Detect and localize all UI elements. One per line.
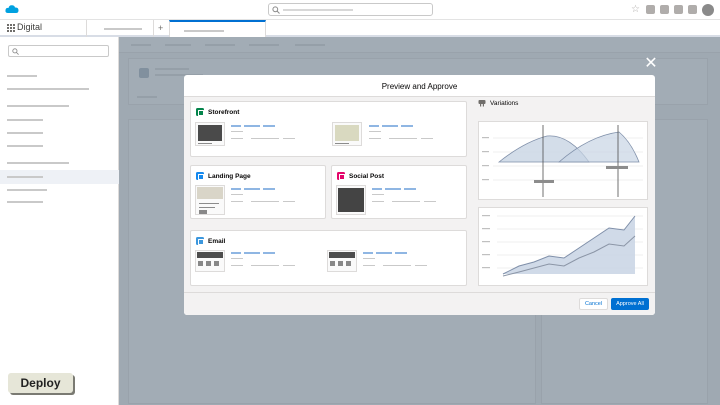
variations-header: Variations	[478, 99, 518, 107]
close-icon[interactable]: ✕	[644, 56, 658, 72]
trend-chart-svg	[482, 215, 643, 277]
add-icon[interactable]	[646, 5, 655, 14]
app-launcher-icon[interactable]	[7, 24, 15, 32]
email-icon	[196, 237, 204, 245]
setup-gear-icon[interactable]	[674, 5, 683, 14]
range-box-b	[606, 166, 628, 169]
notifications-bell-icon[interactable]	[688, 5, 697, 14]
social-post-card[interactable]: Social Post	[331, 165, 467, 219]
search-icon	[12, 48, 19, 55]
variations-title: Variations	[490, 99, 519, 107]
variations-icon	[478, 100, 486, 107]
storefront-title: Storefront	[208, 108, 240, 116]
sidebar-item[interactable]	[0, 113, 119, 127]
sidebar-item[interactable]	[0, 99, 119, 113]
range-box-a	[534, 180, 554, 183]
modal-footer: Cancel Approve All	[184, 292, 655, 315]
user-avatar[interactable]	[702, 3, 714, 16]
landing-page-icon	[196, 172, 204, 180]
variations-trend-chart[interactable]	[478, 207, 648, 286]
landing-page-title: Landing Page	[208, 172, 251, 180]
global-search-input[interactable]	[268, 3, 433, 16]
social-post-thumbnail[interactable]	[336, 185, 366, 215]
sidebar-item-selected[interactable]	[0, 170, 119, 184]
variations-distribution-chart[interactable]	[478, 121, 648, 200]
sidebar-item[interactable]	[0, 82, 119, 96]
social-post-icon	[337, 172, 345, 180]
cancel-button[interactable]: Cancel	[579, 298, 608, 310]
help-icon[interactable]	[660, 5, 669, 14]
sidebar-item[interactable]	[0, 69, 119, 83]
email-title: Email	[208, 237, 226, 245]
deploy-step-label: Deploy	[8, 373, 73, 393]
approve-all-button[interactable]: Approve All	[611, 298, 649, 310]
sidebar-search-input[interactable]	[8, 45, 109, 57]
app-nav-bar: Digital +	[0, 20, 720, 37]
landing-page-thumbnail[interactable]	[195, 185, 225, 215]
email-thumbnail-2[interactable]	[327, 250, 357, 272]
storefront-thumbnail-1[interactable]	[195, 122, 225, 146]
favorites-icon[interactable]: ☆	[631, 4, 641, 15]
sidebar-item[interactable]	[0, 195, 119, 209]
landing-page-card[interactable]: Landing Page	[190, 165, 326, 219]
sidebar-item[interactable]	[0, 139, 119, 153]
sidebar-item[interactable]	[0, 156, 119, 170]
global-header: ☆	[0, 0, 720, 20]
social-post-title: Social Post	[349, 172, 385, 180]
storefront-thumbnail-2[interactable]	[332, 122, 362, 146]
email-card[interactable]: Email	[190, 230, 467, 286]
search-icon	[272, 6, 280, 14]
app-name: Digital	[17, 22, 43, 32]
email-thumbnail-1[interactable]	[195, 250, 225, 272]
modal-title: Preview and Approve	[184, 75, 655, 97]
storefront-icon	[196, 108, 204, 116]
storefront-card[interactable]: Storefront	[190, 101, 467, 157]
left-sidebar	[0, 37, 119, 405]
salesforce-cloud-icon[interactable]	[5, 4, 19, 14]
distribution-chart-svg	[482, 125, 643, 197]
nav-tab[interactable]	[86, 20, 154, 37]
nav-tab-active[interactable]	[169, 20, 266, 37]
sidebar-item[interactable]	[0, 126, 119, 140]
add-tab-icon[interactable]: +	[158, 23, 163, 33]
